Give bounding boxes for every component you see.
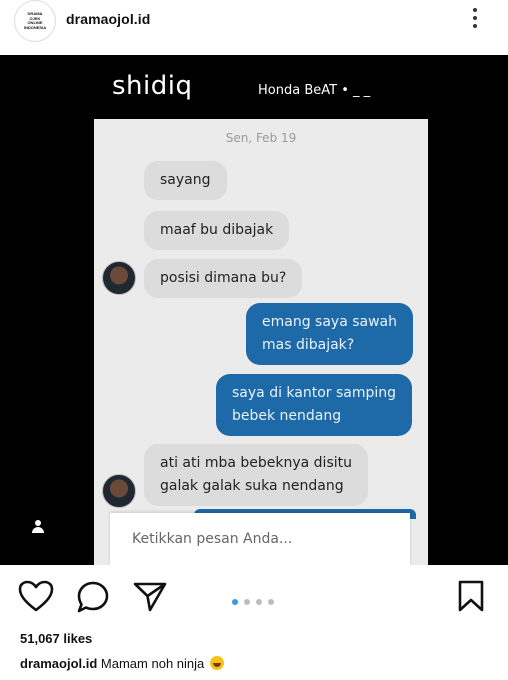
carousel-dot	[244, 599, 250, 605]
driver-avatar	[102, 474, 136, 508]
carousel-dot	[268, 599, 274, 605]
caption-text: Mamam noh ninja	[100, 656, 205, 671]
chat-message: maaf bu dibajak	[144, 211, 290, 250]
heart-icon[interactable]	[18, 580, 54, 612]
avatar-logo-text: DRAMA OJEK ONLINE INDONESIA	[23, 11, 47, 30]
chat-contact-name: shidiq	[112, 71, 193, 101]
carousel-dot	[256, 599, 262, 605]
chat-message: sayang	[144, 161, 227, 200]
person-icon	[32, 520, 44, 534]
post-username[interactable]: dramaojol.id	[66, 11, 150, 27]
carousel-indicator	[232, 592, 280, 610]
chat-message: ati ati mba bebeknya disitu galak galak …	[144, 444, 368, 506]
chat-screen: Sen, Feb 19 sayang maaf bu dibajak posis…	[94, 119, 428, 565]
carousel-dot-active	[232, 599, 238, 605]
like-count[interactable]: 51,067 likes	[20, 631, 92, 646]
post-actions	[0, 566, 508, 628]
chat-message: posisi dimana bu?	[144, 259, 303, 298]
driver-avatar	[102, 261, 136, 295]
chat-message-outgoing: saya di kantor samping bebek nendang	[216, 374, 413, 436]
chat-vehicle-info: Honda BeAT • _ _	[258, 83, 371, 98]
bookmark-icon[interactable]	[458, 580, 484, 612]
kebab-menu-icon[interactable]	[472, 8, 478, 34]
caption-username[interactable]: dramaojol.id	[20, 656, 97, 671]
post-caption: dramaojol.id Mamam noh ninja	[20, 656, 224, 671]
chat-date: Sen, Feb 19	[225, 131, 297, 145]
send-icon[interactable]	[132, 581, 168, 613]
comment-icon[interactable]	[76, 580, 110, 614]
message-input[interactable]: Ketikkan pesan Anda...	[110, 513, 410, 565]
laughing-emoji-icon	[209, 656, 224, 670]
post-image[interactable]: shidiq Honda BeAT • _ _ Sen, Feb 19 saya…	[0, 55, 508, 565]
post-header: DRAMA OJEK ONLINE INDONESIA dramaojol.id	[0, 0, 508, 44]
chat-message-outgoing: emang saya sawah mas dibajak?	[246, 303, 414, 365]
account-avatar[interactable]: DRAMA OJEK ONLINE INDONESIA	[14, 0, 56, 42]
message-input-placeholder: Ketikkan pesan Anda...	[132, 531, 293, 547]
